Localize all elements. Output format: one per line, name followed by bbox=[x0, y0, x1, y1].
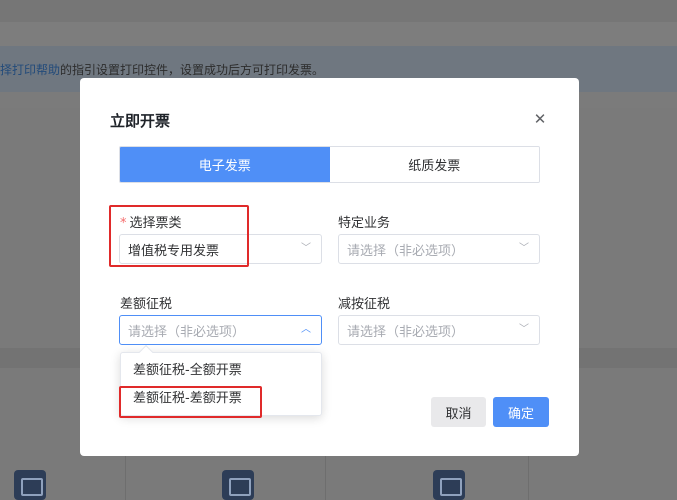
qrcode-icon bbox=[14, 470, 46, 500]
differential-tax-select[interactable]: 请选择（非必选项） ︿ bbox=[119, 315, 322, 345]
background-header bbox=[0, 0, 677, 22]
option-full-invoice[interactable]: 差额征税-全额开票 bbox=[121, 357, 321, 385]
ticket-icon bbox=[222, 470, 254, 500]
issue-invoice-dialog: 立即开票 ✕ 电子发票 纸质发票 * 选择票类 增值税专用发票 ﹀ 特定业务 请选… bbox=[80, 78, 579, 456]
reduced-tax-placeholder: 请选择（非必选项） bbox=[347, 324, 465, 340]
dialog-title: 立即开票 bbox=[110, 112, 171, 130]
confirm-button[interactable]: 确定 bbox=[493, 397, 549, 427]
ticket-icon bbox=[433, 470, 465, 500]
tab-electronic-invoice[interactable]: 电子发票 bbox=[120, 147, 330, 182]
reduced-tax-label: 减按征税 bbox=[338, 297, 391, 312]
notice-text: 的指引设置打印控件，设置成功后方可打印发票。 bbox=[60, 62, 325, 77]
special-business-placeholder: 请选择（非必选项） bbox=[347, 243, 465, 259]
reduced-tax-select[interactable]: 请选择（非必选项） ﹀ bbox=[338, 315, 540, 345]
invoice-type-value: 增值税专用发票 bbox=[128, 243, 220, 259]
tab-paper-invoice[interactable]: 纸质发票 bbox=[329, 147, 539, 182]
special-business-select[interactable]: 请选择（非必选项） ﹀ bbox=[338, 234, 540, 264]
invoice-type-label: * 选择票类 bbox=[120, 212, 182, 231]
background-band bbox=[0, 22, 677, 46]
differential-tax-label: 差额征税 bbox=[120, 297, 173, 312]
differential-tax-dropdown: 差额征税-全额开票 差额征税-差额开票 bbox=[120, 344, 322, 416]
special-business-label: 特定业务 bbox=[338, 216, 391, 231]
invoice-type-select[interactable]: 增值税专用发票 ﹀ bbox=[119, 234, 322, 264]
chevron-down-icon: ﹀ bbox=[301, 243, 311, 254]
chevron-down-icon: ﹀ bbox=[519, 243, 529, 254]
print-help-link[interactable]: 择打印帮助 bbox=[0, 61, 60, 78]
option-differential-invoice[interactable]: 差额征税-差额开票 bbox=[121, 385, 321, 413]
invoice-medium-tabs: 电子发票 纸质发票 bbox=[119, 146, 540, 183]
differential-tax-placeholder: 请选择（非必选项） bbox=[128, 324, 246, 340]
invoice-type-label-text: 选择票类 bbox=[129, 216, 182, 231]
cancel-button[interactable]: 取消 bbox=[431, 397, 486, 427]
chevron-up-icon: ︿ bbox=[301, 324, 311, 335]
chevron-down-icon: ﹀ bbox=[519, 324, 529, 335]
required-mark: * bbox=[120, 216, 127, 231]
close-icon[interactable]: ✕ bbox=[532, 111, 548, 127]
